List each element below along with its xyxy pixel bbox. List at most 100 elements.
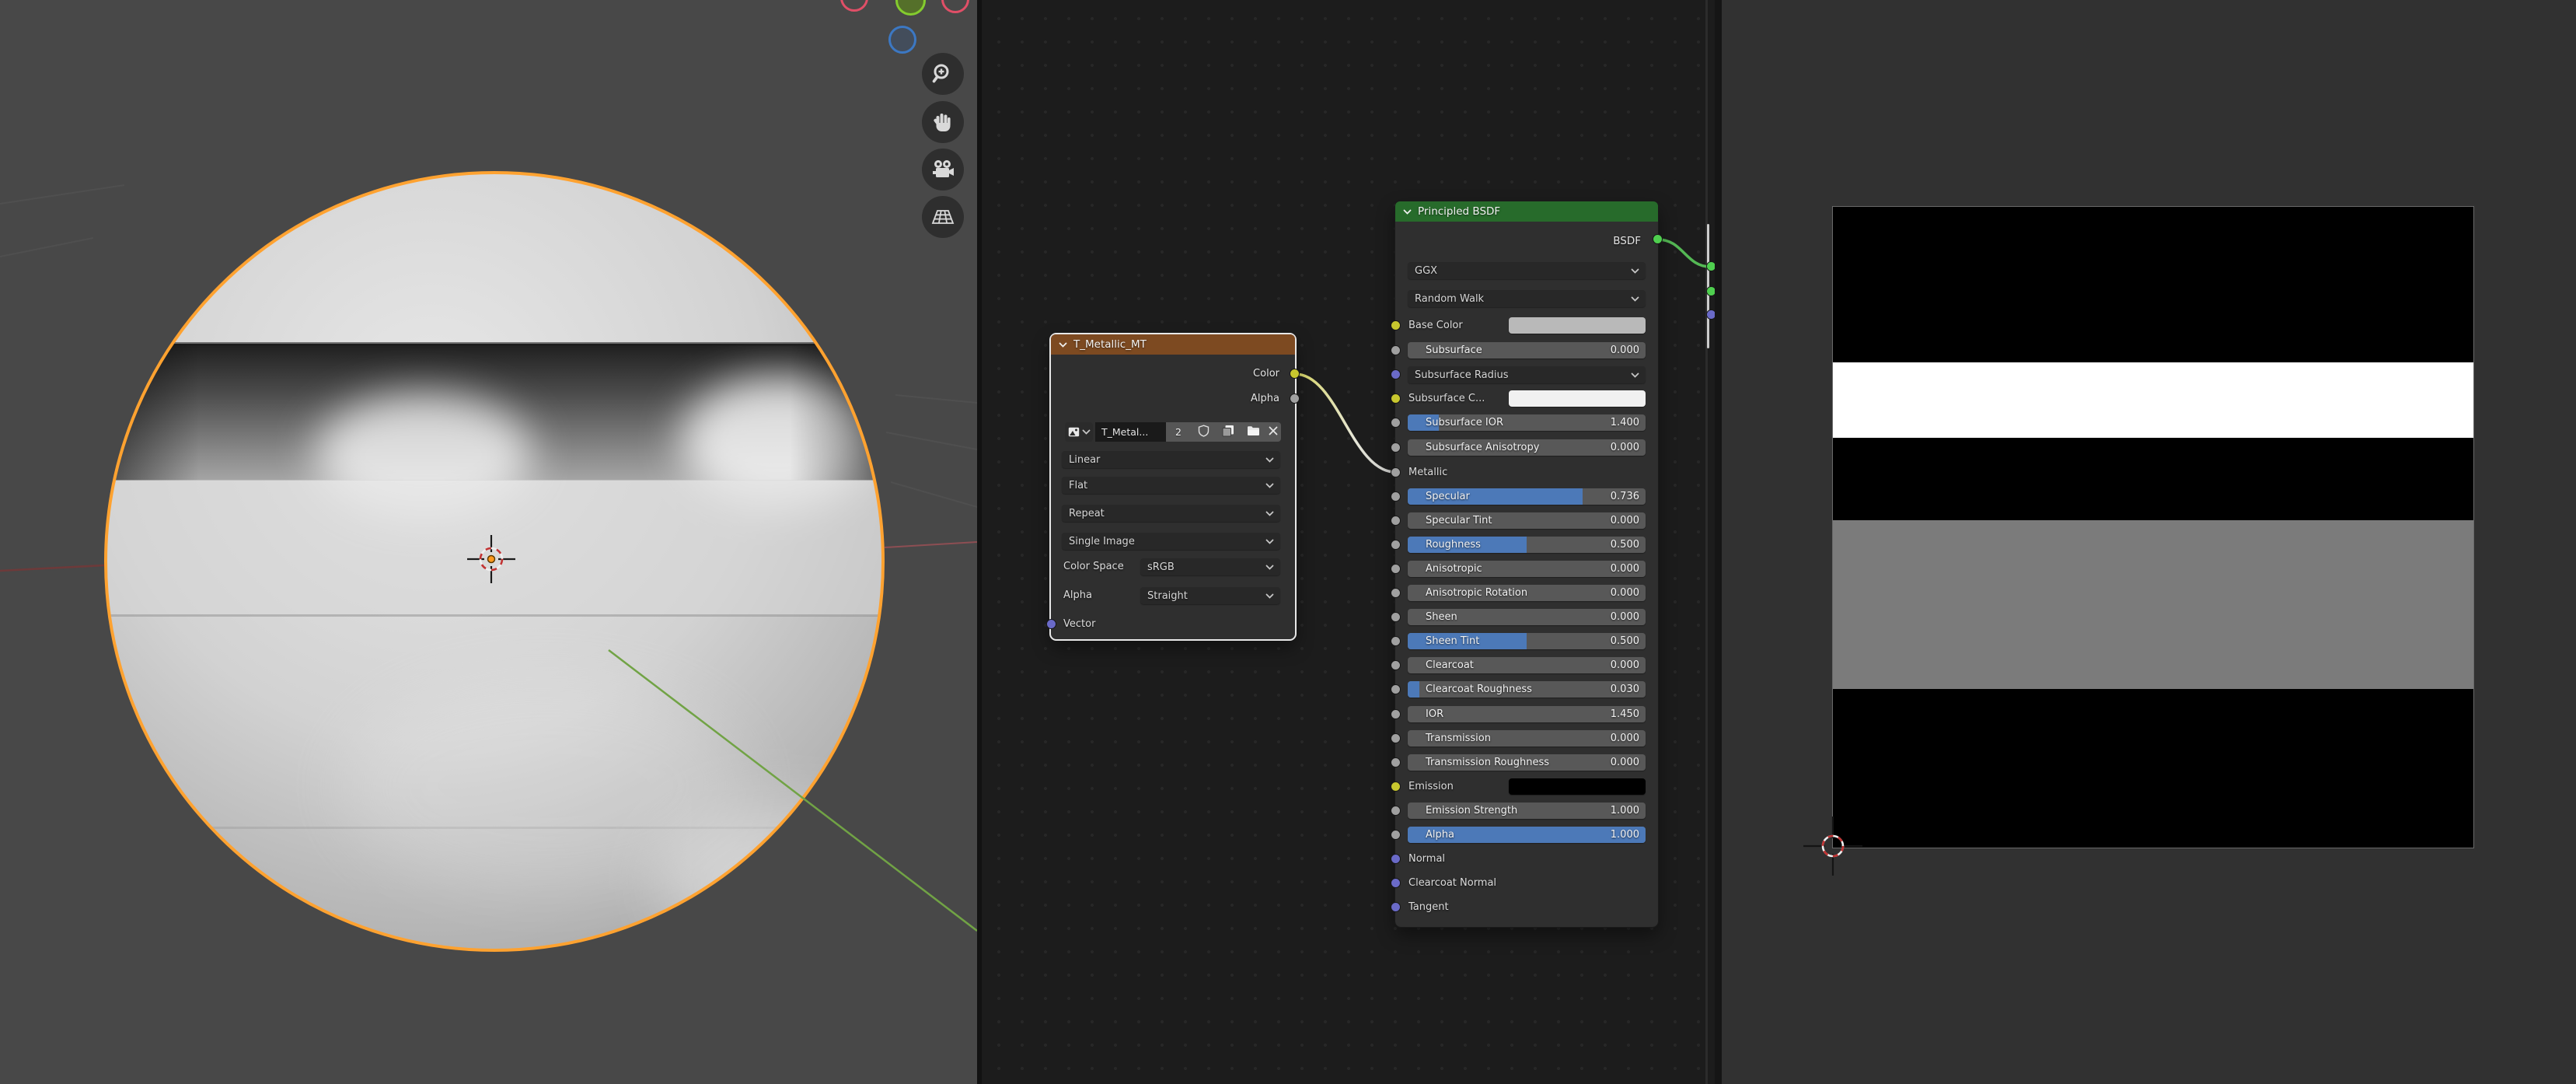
socket-output-color[interactable] [1290,369,1300,379]
slider-subsurface-ior[interactable]: Subsurface IOR1.400 [1408,414,1646,431]
bsdf-node-header[interactable]: Principled BSDF [1395,201,1658,222]
slider-anisotropic[interactable]: Anisotropic0.000 [1408,561,1646,577]
slider-value: 0.736 [1611,488,1639,505]
texture-image [1833,207,2473,848]
image-users-count-button[interactable]: 2 [1166,422,1191,442]
material-output-socket-1[interactable] [1706,286,1715,296]
open-folder-button[interactable] [1241,422,1265,442]
material-output-socket-2[interactable] [1706,309,1715,320]
slider-subsurface-anisotropy[interactable]: Subsurface Anisotropy0.000 [1408,439,1646,456]
preview-sphere-object[interactable] [106,173,909,960]
dropdown-repeat[interactable]: Repeat [1062,505,1280,522]
slider-value: 0.000 [1611,609,1639,625]
dropdown-subsurface-radius[interactable]: Subsurface Radius [1408,366,1646,383]
image-texture-node[interactable]: T_Metallic_MTColorAlphaT_Metal...2Linear… [1051,334,1295,639]
slider-value: 0.000 [1611,730,1639,747]
socket-input-alpha[interactable] [1391,830,1401,840]
slider-alpha[interactable]: Alpha1.000 [1408,827,1646,843]
slider-value: 0.000 [1611,657,1639,673]
slider-fill [1408,681,1419,698]
unlink-x-icon [1268,425,1279,439]
material-output-socket-0[interactable] [1706,261,1715,271]
bsdf-node-title: Principled BSDF [1418,205,1500,218]
color-swatch-emission[interactable] [1509,778,1646,795]
slider-sheen[interactable]: Sheen0.000 [1408,609,1646,625]
socket-input-base-color[interactable] [1391,320,1401,330]
socket-input-transmission-roughness[interactable] [1391,757,1401,768]
slider-clearcoat-roughness[interactable]: Clearcoat Roughness0.030 [1408,681,1646,698]
socket-output-alpha[interactable] [1290,393,1300,404]
viewport-3d-area[interactable] [0,0,977,1084]
duplicate-button[interactable] [1216,422,1241,442]
dropdown-linear[interactable]: Linear [1062,451,1280,468]
socket-input-subsurface-anisotropy[interactable] [1391,442,1401,453]
slider-transmission-roughness[interactable]: Transmission Roughness0.000 [1408,754,1646,771]
image-editor-area[interactable] [1722,0,2576,1084]
socket-input-sheen-tint[interactable] [1391,636,1401,646]
socket-input-clearcoat-roughness[interactable] [1391,684,1401,694]
area-splitter-2[interactable] [1715,0,1722,1084]
slider-clearcoat[interactable]: Clearcoat0.000 [1408,657,1646,673]
socket-input-subsurface-ior[interactable] [1391,418,1401,428]
dropdown-color-space[interactable]: sRGB [1140,558,1280,575]
socket-input-clearcoat[interactable] [1391,660,1401,670]
pan-button[interactable] [922,101,964,143]
slider-ior[interactable]: IOR1.450 [1408,706,1646,722]
slider-sheen-tint[interactable]: Sheen Tint0.500 [1408,633,1646,649]
zoom-button[interactable] [922,53,964,95]
color-swatch-subsurface-c[interactable] [1509,390,1646,407]
dropdown-single-image[interactable]: Single Image [1062,533,1280,550]
dropdown-flat[interactable]: Flat [1062,477,1280,494]
socket-input-ior[interactable] [1391,709,1401,719]
socket-input-subsurface-radius[interactable] [1391,369,1401,379]
socket-input-normal[interactable] [1391,854,1401,864]
color-swatch-base-color[interactable] [1509,317,1646,334]
texture-node-title: T_Metallic_MT [1073,338,1147,351]
dropdown-ggx[interactable]: GGX [1408,262,1646,279]
image-name-field[interactable]: T_Metal... [1095,422,1166,442]
socket-input-vector[interactable] [1046,619,1056,629]
wire-color-to-metallic [1295,374,1395,472]
socket-input-specular-tint[interactable] [1391,516,1401,526]
fake-user-shield-button[interactable] [1191,422,1216,442]
chevron-down-icon [1265,483,1274,488]
dropdown-alpha[interactable]: Straight [1140,587,1280,604]
blender-window: T_Metallic_MTColorAlphaT_Metal...2Linear… [0,0,2576,1084]
socket-input-specular[interactable] [1391,491,1401,502]
socket-input-subsurface[interactable] [1391,345,1401,355]
texture-node-header[interactable]: T_Metallic_MT [1051,334,1295,355]
image-browse-button[interactable] [1065,422,1093,442]
socket-input-anisotropic[interactable] [1391,564,1401,574]
slider-specular-tint[interactable]: Specular Tint0.000 [1408,512,1646,529]
socket-input-transmission[interactable] [1391,733,1401,743]
socket-input-emission[interactable] [1391,782,1401,792]
image-icon [1068,427,1080,437]
socket-input-tangent[interactable] [1391,902,1401,912]
socket-input-emission-strength[interactable] [1391,806,1401,816]
camera-view-button[interactable] [922,149,964,191]
gizmo-axis-z-neg[interactable] [888,26,916,54]
socket-input-sheen[interactable] [1391,612,1401,622]
dropdown-random-walk[interactable]: Random Walk [1408,290,1646,307]
socket-input-clearcoat-normal[interactable] [1391,878,1401,888]
slider-transmission[interactable]: Transmission0.000 [1408,730,1646,747]
slider-specular[interactable]: Specular0.736 [1408,488,1646,505]
camera-icon [930,157,955,182]
socket-input-subsurface-c[interactable] [1391,393,1401,404]
socket-input-metallic[interactable] [1391,467,1401,477]
slider-subsurface[interactable]: Subsurface0.000 [1408,342,1646,358]
toggle-grid-button[interactable] [922,196,964,238]
unlink-x-button[interactable] [1265,422,1281,442]
slider-anisotropic-rotation[interactable]: Anisotropic Rotation0.000 [1408,585,1646,601]
slider-value: 0.030 [1611,681,1639,698]
slider-roughness[interactable]: Roughness0.500 [1408,537,1646,553]
chevron-down-icon [1265,539,1274,544]
socket-input-roughness[interactable] [1391,540,1401,550]
chevron-down-icon [1265,457,1274,463]
slider-emission-strength[interactable]: Emission Strength1.000 [1408,803,1646,819]
socket-input-anisotropic-rotation[interactable] [1391,588,1401,598]
prop-label-alpha: Alpha [1063,587,1092,603]
socket-output-bsdf[interactable] [1653,234,1663,244]
principled-bsdf-node[interactable]: Principled BSDFBSDFGGXRandom WalkBase Co… [1395,201,1658,927]
shader-node-editor-area[interactable]: T_Metallic_MTColorAlphaT_Metal...2Linear… [982,0,1715,1084]
